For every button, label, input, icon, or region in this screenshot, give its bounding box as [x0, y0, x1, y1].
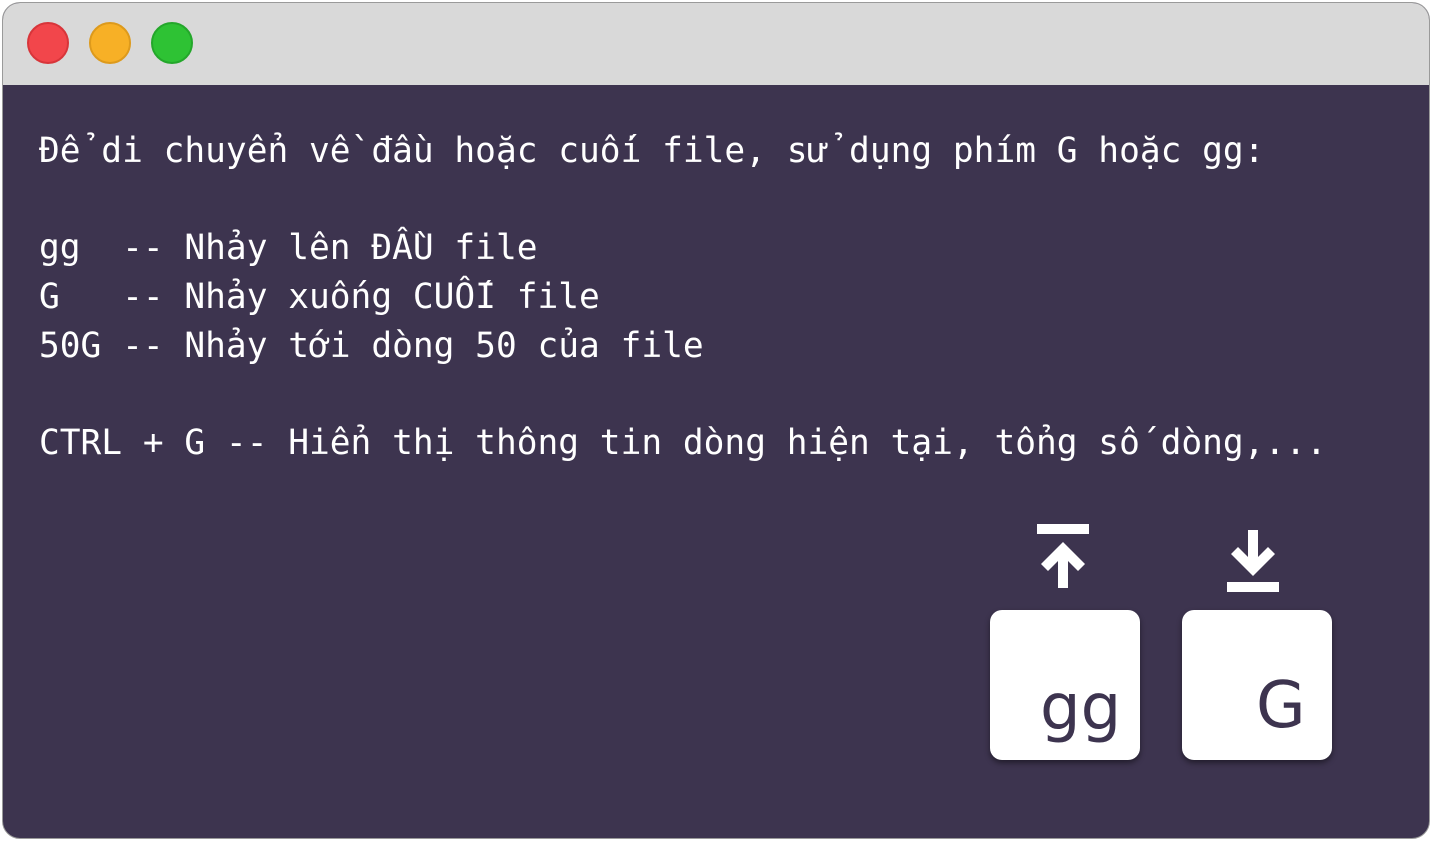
arrow-to-bottom-icon	[1227, 530, 1279, 592]
key-G-label: G	[1256, 669, 1306, 743]
key-G[interactable]: G	[1182, 610, 1332, 760]
title-bar	[3, 3, 1429, 85]
intro-line: Để di chuyển về đầu hoặc cuối file, sử d…	[39, 131, 1265, 171]
key-gg[interactable]: gg	[990, 610, 1140, 760]
arrow-to-top-icon	[1037, 524, 1089, 588]
command-50G-line: 50G -- Nhảy tới dòng 50 của file	[39, 326, 704, 366]
command-G-line: G -- Nhảy xuống CUỐI file	[39, 277, 600, 317]
close-button[interactable]	[27, 22, 69, 64]
minimize-button[interactable]	[89, 22, 131, 64]
terminal-window: Để di chuyển về đầu hoặc cuối file, sử d…	[2, 2, 1430, 839]
command-ctrl-g-line: CTRL + G -- Hiển thị thông tin dòng hiện…	[39, 423, 1327, 463]
zoom-button[interactable]	[151, 22, 193, 64]
key-gg-label: gg	[1040, 671, 1122, 745]
command-gg-line: gg -- Nhảy lên ĐẦU file	[39, 228, 538, 268]
